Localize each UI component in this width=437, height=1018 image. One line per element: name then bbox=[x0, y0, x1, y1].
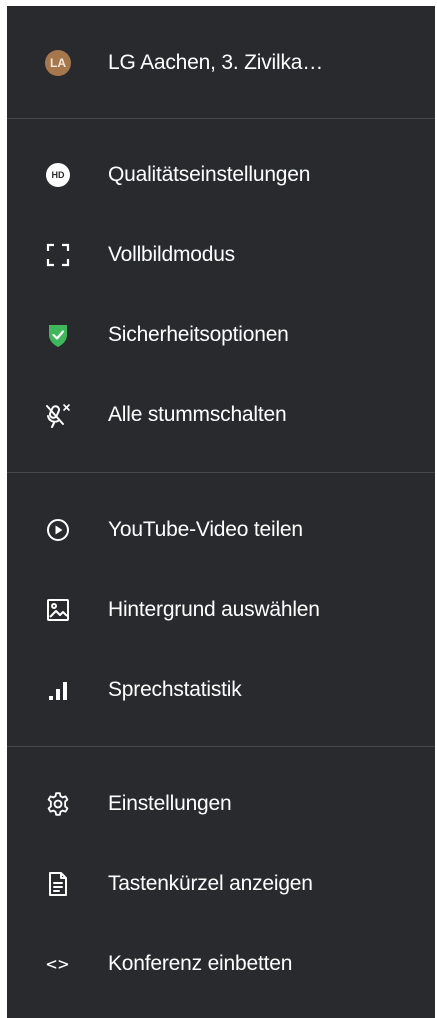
menu-item-label: Sicherheitsoptionen bbox=[108, 323, 289, 346]
image-icon bbox=[45, 597, 71, 623]
avatar-initials: LA bbox=[45, 50, 71, 76]
menu-item-label: Hintergrund auswählen bbox=[108, 598, 320, 621]
menu-item-share-youtube[interactable]: YouTube-Video teilen bbox=[7, 495, 435, 565]
shield-check-icon bbox=[45, 322, 71, 348]
menu-item-security-options[interactable]: Sicherheitsoptionen bbox=[7, 300, 435, 370]
menu-item-label: YouTube-Video teilen bbox=[108, 518, 303, 541]
hd-icon: HD bbox=[45, 162, 71, 188]
conference-name-item[interactable]: LA LG Aachen, 3. Zivilka… bbox=[7, 28, 435, 98]
play-circle-icon bbox=[45, 517, 71, 543]
menu-item-label: Tastenkürzel anzeigen bbox=[108, 872, 313, 895]
menu-item-select-background[interactable]: Hintergrund auswählen bbox=[7, 575, 435, 645]
menu-item-keyboard-shortcuts[interactable]: Tastenkürzel anzeigen bbox=[7, 849, 435, 919]
menu-item-label: Vollbildmodus bbox=[108, 243, 235, 266]
divider bbox=[7, 472, 435, 473]
menu-item-settings[interactable]: Einstellungen bbox=[7, 769, 435, 839]
menu-item-label: Konferenz einbetten bbox=[108, 952, 293, 975]
menu-item-label: Qualitätseinstellungen bbox=[108, 163, 311, 186]
fullscreen-icon bbox=[45, 242, 71, 268]
overflow-menu: LA LG Aachen, 3. Zivilka… HD Qualitätsei… bbox=[7, 6, 435, 1018]
divider bbox=[7, 118, 435, 119]
menu-item-fullscreen[interactable]: Vollbildmodus bbox=[7, 220, 435, 290]
menu-item-label: Alle stummschalten bbox=[108, 403, 287, 426]
menu-item-speaker-stats[interactable]: Sprechstatistik bbox=[7, 655, 435, 725]
document-icon bbox=[45, 871, 71, 897]
bar-chart-icon bbox=[45, 677, 71, 703]
gear-icon bbox=[45, 791, 71, 817]
avatar: LA bbox=[45, 50, 71, 76]
menu-item-mute-all[interactable]: Alle stummschalten bbox=[7, 380, 435, 450]
divider bbox=[7, 746, 435, 747]
conference-name: LG Aachen, 3. Zivilka… bbox=[108, 51, 324, 74]
menu-item-quality-settings[interactable]: HD Qualitätseinstellungen bbox=[7, 140, 435, 210]
menu-item-label: Einstellungen bbox=[108, 792, 232, 815]
menu-item-embed-conference[interactable]: <> Konferenz einbetten bbox=[7, 929, 435, 999]
mic-off-icon bbox=[45, 402, 71, 428]
code-icon: <> bbox=[46, 953, 70, 975]
menu-item-label: Sprechstatistik bbox=[108, 678, 242, 701]
